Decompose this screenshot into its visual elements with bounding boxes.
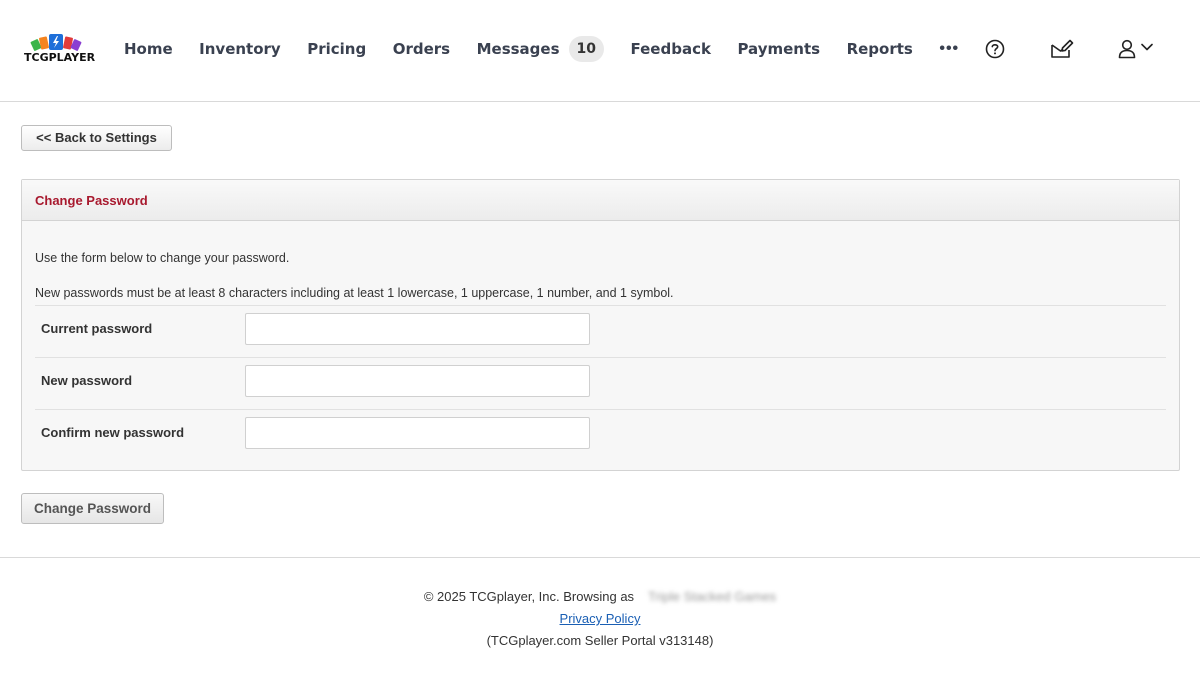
change-password-panel: Change Password Use the form below to ch… — [21, 179, 1180, 471]
footer-copyright-line: © 2025 TCGplayer, Inc. Browsing as Triple… — [0, 589, 1200, 604]
current-password-label: Current password — [41, 321, 153, 336]
more-menu-button[interactable]: ••• — [939, 40, 959, 58]
user-icon — [1118, 39, 1136, 59]
new-password-input[interactable] — [245, 365, 590, 397]
footer-divider — [0, 557, 1200, 558]
privacy-policy-link[interactable]: Privacy Policy — [560, 611, 641, 626]
logo-text: TCGPLAYER — [24, 51, 96, 64]
new-password-row: New password — [35, 357, 1166, 409]
confirm-password-input[interactable] — [245, 417, 590, 449]
nav-feedback[interactable]: Feedback — [631, 40, 711, 58]
nav-inventory[interactable]: Inventory — [199, 40, 281, 58]
new-password-label: New password — [41, 373, 133, 388]
back-to-settings-button[interactable]: << Back to Settings — [21, 125, 172, 151]
nav-reports[interactable]: Reports — [847, 40, 913, 58]
nav-orders[interactable]: Orders — [393, 40, 450, 58]
nav-pricing[interactable]: Pricing — [307, 40, 366, 58]
compose-icon[interactable] — [1049, 38, 1075, 65]
change-password-button[interactable]: Change Password — [21, 493, 164, 524]
nav-payments[interactable]: Payments — [737, 40, 820, 58]
chevron-down-icon — [1141, 43, 1153, 51]
nav-messages[interactable]: Messages 10 — [477, 36, 604, 62]
confirm-password-row: Confirm new password — [35, 409, 1166, 461]
user-menu[interactable] — [1116, 38, 1160, 65]
password-requirements-text: New passwords must be at least 8 charact… — [35, 286, 674, 300]
current-password-row: Current password — [35, 305, 1166, 357]
current-password-input[interactable] — [245, 313, 590, 345]
footer-privacy-line: Privacy Policy — [0, 611, 1200, 626]
help-icon[interactable] — [984, 38, 1006, 65]
copyright-text: © 2025 TCGplayer, Inc. Browsing as — [423, 589, 635, 604]
logo-mark-icon — [30, 34, 82, 51]
nav-messages-label: Messages — [476, 40, 560, 58]
footer-version-text: (TCGplayer.com Seller Portal v313148) — [486, 633, 714, 648]
panel-title: Change Password — [22, 180, 1179, 221]
tcgplayer-logo[interactable]: TCGPLAYER — [24, 32, 96, 64]
intro-text: Use the form below to change your passwo… — [35, 251, 290, 265]
main-nav: Home Inventory Pricing Orders Messages 1… — [124, 36, 959, 62]
confirm-password-label: Confirm new password — [41, 425, 185, 440]
nav-home[interactable]: Home — [124, 40, 173, 58]
messages-count-badge: 10 — [568, 36, 604, 62]
browsing-as-store-name: Triple Stacked Games — [648, 589, 777, 604]
top-navigation-bar: TCGPLAYER Home Inventory Pricing Orders … — [0, 0, 1200, 102]
